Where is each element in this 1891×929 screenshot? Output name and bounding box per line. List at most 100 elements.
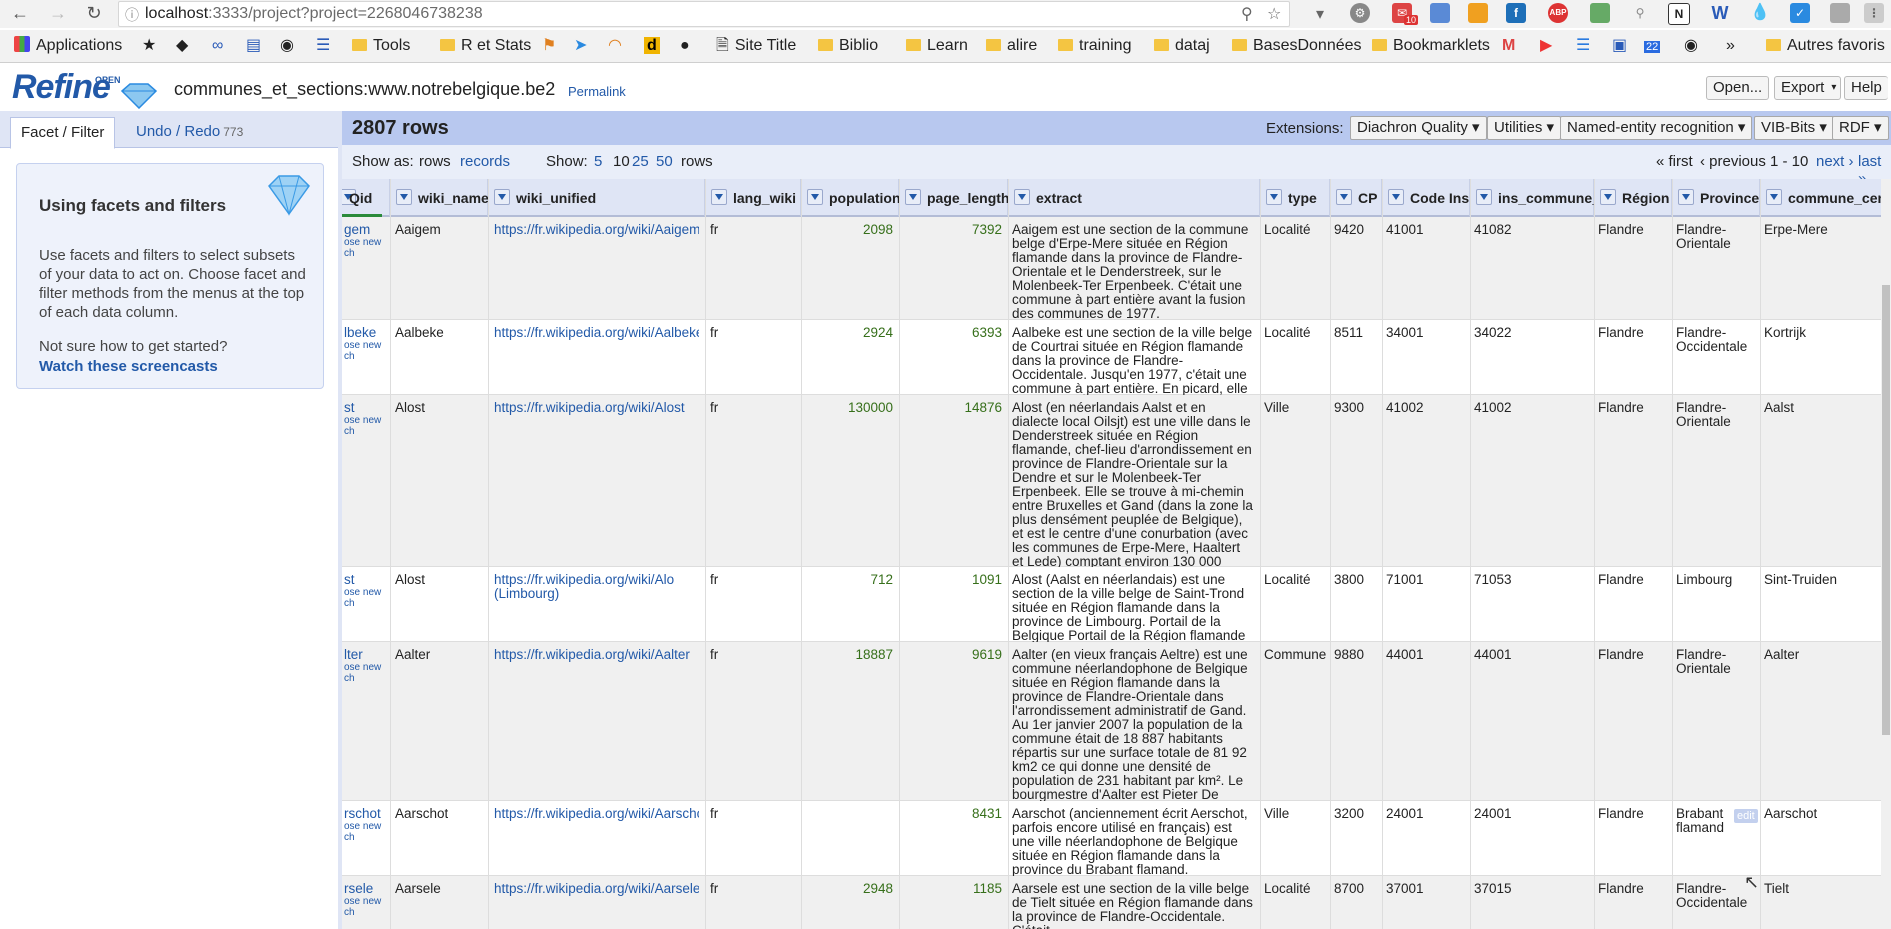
gmail-icon[interactable]: M — [1502, 36, 1515, 56]
column-header-extract[interactable]: extract — [1008, 179, 1260, 217]
bookmark-applications[interactable]: Applications — [14, 36, 122, 56]
column-menu-icon[interactable] — [1600, 189, 1616, 205]
column-header-code-ins[interactable]: Code Ins — [1382, 179, 1470, 217]
column-menu-icon[interactable] — [1766, 189, 1782, 205]
adblock-icon[interactable]: ABP — [1548, 3, 1568, 23]
column-header-region[interactable]: Région — [1594, 179, 1672, 217]
puzzle-bookmark-icon[interactable]: ▣ — [1612, 36, 1627, 56]
qid-match-link[interactable]: ose new ch — [344, 415, 384, 437]
ner-menu[interactable]: Named-entity recognition ▾ — [1560, 116, 1753, 140]
edit-badge[interactable]: edit — [1730, 808, 1758, 823]
helmet-bookmark-icon[interactable]: ● — [680, 36, 690, 56]
export-button[interactable]: Export ▾ — [1774, 76, 1842, 100]
bird-bookmark-icon[interactable]: ➤ — [574, 36, 587, 56]
zoom-icon[interactable]: ⚲ — [1241, 4, 1253, 24]
column-menu-icon[interactable] — [396, 189, 412, 205]
open-button[interactable]: Open... — [1706, 76, 1770, 100]
refine-logo[interactable]: Refine — [12, 68, 111, 107]
wiki-url-link[interactable]: https://fr.wikipedia.org/wiki/Aalbeke — [494, 326, 699, 340]
check-extension-icon[interactable]: ✓ — [1790, 3, 1810, 23]
youtube-icon[interactable]: ▶ — [1540, 36, 1552, 56]
infinity-bookmark-icon[interactable]: ∞ — [212, 36, 223, 56]
column-menu-icon[interactable] — [1388, 189, 1404, 205]
column-menu-icon[interactable] — [905, 189, 921, 205]
next-page-link[interactable]: next › — [1816, 153, 1854, 170]
column-header-type[interactable]: type — [1260, 179, 1330, 217]
qid-match-link[interactable]: ose new ch — [344, 340, 384, 362]
help-button[interactable]: Help — [1844, 76, 1888, 100]
column-header-population[interactable]: population — [801, 179, 901, 217]
diamond-bookmark-icon[interactable]: ◆ — [176, 36, 188, 56]
bookmark-autres-favoris[interactable]: Autres favoris — [1766, 36, 1885, 56]
search-extension-icon[interactable]: ⚲ — [1630, 3, 1650, 23]
github-icon[interactable]: ◉ — [280, 36, 294, 56]
column-menu-icon[interactable] — [1336, 189, 1352, 205]
screencasts-link[interactable]: Watch these screencasts — [39, 358, 218, 375]
qid-cell[interactable]: st — [344, 401, 355, 415]
translate-icon[interactable]: ☰ — [1576, 36, 1590, 56]
scrollbar-thumb[interactable] — [1882, 285, 1890, 735]
reload-icon[interactable]: ↻ — [82, 2, 106, 24]
wiki-url-link[interactable]: https://fr.wikipedia.org/wiki/Alost (Lim… — [494, 573, 674, 601]
column-menu-icon[interactable] — [1266, 189, 1282, 205]
qid-cell[interactable]: gem — [344, 223, 370, 237]
back-icon[interactable]: ← — [8, 2, 32, 24]
stack-bookmark-icon[interactable]: ☰ — [316, 36, 330, 56]
wikipedia-icon[interactable]: W — [1710, 3, 1730, 23]
column-menu-icon[interactable] — [1014, 189, 1030, 205]
bookmark-learn[interactable]: Learn — [906, 36, 968, 56]
column-menu-icon[interactable] — [494, 189, 510, 205]
column-menu-icon[interactable] — [1678, 189, 1694, 205]
bookmark-basesdonnees[interactable]: BasesDonnées — [1232, 36, 1362, 56]
qid-cell[interactable]: st — [344, 573, 355, 587]
view-rows[interactable]: rows — [419, 153, 451, 170]
bookmark-dataj[interactable]: dataj — [1154, 36, 1210, 56]
page-size-5[interactable]: 5 — [594, 153, 602, 170]
wiki-url-link[interactable]: https://fr.wikipedia.org/wiki/Aarschot — [494, 807, 699, 821]
d-bookmark-icon[interactable]: d — [644, 36, 660, 56]
qid-match-link[interactable]: ose new ch — [344, 821, 384, 843]
wiki-url-link[interactable]: https://fr.wikipedia.org/wiki/Aaigem — [494, 223, 699, 237]
qid-match-link[interactable]: ose new ch — [344, 587, 384, 609]
address-bar[interactable]: ⓘ localhost:3333/project?project=2268046… — [118, 1, 1290, 27]
qid-match-link[interactable]: ose new ch — [344, 662, 384, 684]
bookmark-tools[interactable]: Tools — [352, 36, 410, 56]
wiki-url-link[interactable]: https://fr.wikipedia.org/wiki/Alost — [494, 401, 699, 415]
calendar-bookmark-icon[interactable]: 22 — [1644, 36, 1661, 56]
page-size-25[interactable]: 25 — [632, 153, 649, 170]
previous-page-link[interactable]: ‹ previous — [1700, 153, 1766, 170]
bookmark-site-title[interactable]: 🗎 Site Title — [716, 36, 796, 56]
chat-bookmark-icon[interactable]: ▤ — [246, 36, 261, 56]
more-bookmarks-icon[interactable]: » — [1726, 36, 1735, 56]
bookmark-biblio[interactable]: Biblio — [818, 36, 878, 56]
flag-bookmark-icon[interactable]: ⚑ — [542, 36, 556, 56]
permalink-link[interactable]: Permalink — [568, 84, 626, 99]
bookmark-training[interactable]: training — [1058, 36, 1131, 56]
column-menu-icon[interactable] — [807, 189, 823, 205]
column-menu-icon[interactable] — [711, 189, 727, 205]
vertical-scrollbar[interactable] — [1881, 179, 1891, 929]
bookmark-bookmarklets[interactable]: Bookmarklets — [1372, 36, 1490, 56]
circle-bookmark-icon[interactable]: ◠ — [608, 36, 622, 56]
bookmark-r-et-stats[interactable]: R et Stats — [440, 36, 531, 56]
gear-extension-icon[interactable]: ⚙ — [1350, 3, 1370, 23]
column-header-qid[interactable]: Qid — [342, 179, 390, 217]
utilities-menu[interactable]: Utilities ▾ — [1487, 116, 1562, 140]
column-header-wiki-unified[interactable]: wiki_unified — [488, 179, 705, 217]
view-records[interactable]: records — [460, 153, 510, 170]
column-header-commune-centre[interactable]: commune_centr — [1760, 179, 1891, 217]
wiki-url-link[interactable]: https://fr.wikipedia.org/wiki/Aarsele — [494, 882, 699, 896]
page-size-50[interactable]: 50 — [656, 153, 673, 170]
stack-extension-icon[interactable] — [1468, 3, 1488, 23]
owl-bookmark-icon[interactable]: ◉ — [1684, 36, 1698, 56]
tab-facet-filter[interactable]: Facet / Filter — [10, 117, 116, 149]
vib-bits-menu[interactable]: VIB-Bits ▾ — [1754, 116, 1834, 140]
column-header-page-length[interactable]: page_length — [899, 179, 1009, 217]
rdf-menu[interactable]: RDF ▾ — [1832, 116, 1889, 140]
scholar-extension-icon[interactable]: f — [1506, 3, 1526, 23]
forward-icon[interactable]: → — [46, 2, 70, 24]
qid-match-link[interactable]: ose new ch — [344, 896, 384, 918]
wiki-url-link[interactable]: https://fr.wikipedia.org/wiki/Aalter — [494, 648, 699, 662]
qid-cell[interactable]: lbeke — [344, 326, 376, 340]
column-header-wiki-name[interactable]: wiki_name — [390, 179, 489, 217]
